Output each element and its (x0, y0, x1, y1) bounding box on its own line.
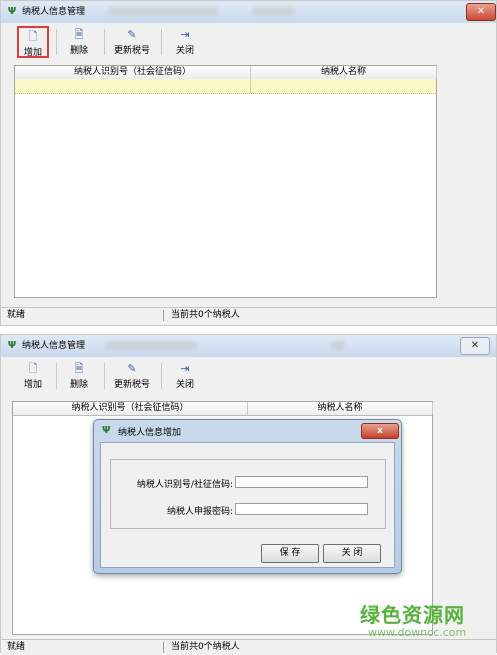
blurred-title-area (253, 7, 295, 16)
toolbar-separator (104, 363, 105, 389)
update-tax-id-button[interactable]: ✎ 更新税号 (109, 360, 155, 392)
toolbar-separator (56, 29, 57, 55)
dialog-cancel-button[interactable]: 关 闭 (323, 544, 381, 563)
blurred-title-area (108, 7, 218, 16)
status-bar: 就绪 当前共0个纳税人 (1, 307, 496, 323)
status-divider (163, 642, 164, 653)
delete-button-label: 删除 (69, 380, 88, 390)
grid-header: 纳税人识别号（社会征信码） 纳税人名称 (15, 66, 437, 80)
window-close-button[interactable]: ✕ (460, 337, 490, 355)
update-tax-id-label: 更新税号 (113, 46, 150, 56)
exit-door-icon: ⇥ (180, 28, 190, 41)
update-tax-id-label: 更新税号 (113, 380, 150, 390)
password-label: 纳税人申报密码: (166, 507, 233, 517)
toolbar-separator (56, 363, 57, 389)
form-group: 纳税人识别号/社征信码: 纳税人申报密码: (110, 459, 386, 529)
main-window-top: Ψ 纳税人信息管理 ✕ 🗋 增加 🗎 删除 ✎ 更新税号 ⇥ 关闭 纳税人识别号… (0, 0, 497, 326)
window-title: 纳税人信息管理 (22, 341, 86, 351)
column-header-taxpayer-id[interactable]: 纳税人识别号（社会征信码） (15, 66, 251, 79)
title-bar: Ψ 纳税人信息管理 ✕ (1, 1, 496, 23)
dialog-close-button[interactable]: x (361, 423, 399, 439)
save-button[interactable]: 保 存 (261, 544, 319, 563)
row-divider (250, 79, 251, 93)
exit-door-icon: ⇥ (180, 362, 190, 375)
toolbar-separator (104, 29, 105, 55)
blurred-title-area (331, 341, 345, 350)
table-row-selected[interactable] (15, 79, 436, 94)
add-button-label: 增加 (23, 380, 42, 390)
window-close-button[interactable]: ✕ (466, 3, 496, 21)
add-taxpayer-dialog: Ψ 纳税人信息增加 x 纳税人识别号/社征信码: 纳税人申报密码: 保 存 关 … (93, 419, 402, 574)
add-button[interactable]: 🗋 增加 (17, 26, 49, 58)
toolbar-separator (161, 363, 162, 389)
dialog-title: 纳税人信息增加 (118, 428, 182, 438)
status-divider (163, 310, 164, 321)
delete-document-icon: 🗎 (74, 28, 84, 41)
dialog-body: 纳税人识别号/社征信码: 纳税人申报密码: 保 存 关 闭 (100, 442, 395, 568)
close-button-label: 关闭 (175, 46, 194, 56)
app-logo-icon: Ψ (7, 6, 17, 17)
close-button-label: 关闭 (175, 380, 194, 390)
password-input[interactable] (235, 503, 368, 515)
column-header-taxpayer-name[interactable]: 纳税人名称 (248, 402, 433, 415)
watermark-brand: 绿色资源网 (360, 603, 465, 627)
grid-header: 纳税人识别号（社会征信码） 纳税人名称 (13, 402, 433, 416)
column-header-taxpayer-id[interactable]: 纳税人识别号（社会征信码） (13, 402, 248, 415)
window-title: 纳税人信息管理 (22, 7, 86, 17)
taxpayer-id-input[interactable] (235, 476, 368, 488)
toolbar: 🗋 增加 🗎 删除 ✎ 更新税号 ⇥ 关闭 (1, 23, 496, 61)
delete-button[interactable]: 🗎 删除 (63, 26, 95, 58)
title-bar: Ψ 纳税人信息管理 ✕ (1, 335, 496, 357)
taxpayer-grid[interactable]: 纳税人识别号（社会征信码） 纳税人名称 (14, 65, 437, 298)
add-button-label: 增加 (23, 48, 42, 58)
status-count: 当前共0个纳税人 (171, 310, 240, 320)
delete-button[interactable]: 🗎 删除 (63, 360, 95, 392)
toolbar-separator (161, 29, 162, 55)
app-logo-icon: Ψ (7, 340, 17, 351)
status-ready: 就绪 (7, 310, 26, 320)
toolbar: 🗋 增加 🗎 删除 ✎ 更新税号 ⇥ 关闭 (1, 357, 496, 395)
update-tax-id-button[interactable]: ✎ 更新税号 (109, 26, 155, 58)
watermark-url: www.downcc.com (368, 626, 467, 639)
taxpayer-id-label: 纳税人识别号/社征信码: (136, 480, 233, 490)
edit-icon: ✎ (127, 28, 137, 41)
add-button[interactable]: 🗋 增加 (17, 360, 49, 392)
close-button[interactable]: ⇥ 关闭 (169, 26, 201, 58)
add-document-icon: 🗋 (28, 362, 38, 375)
edit-icon: ✎ (127, 362, 137, 375)
delete-button-label: 删除 (69, 46, 88, 56)
blurred-title-area (105, 341, 197, 350)
add-document-icon: 🗋 (28, 30, 38, 43)
close-button[interactable]: ⇥ 关闭 (169, 360, 201, 392)
app-logo-icon: Ψ (102, 425, 111, 436)
column-header-taxpayer-name[interactable]: 纳税人名称 (251, 66, 437, 79)
delete-document-icon: 🗎 (74, 362, 84, 375)
